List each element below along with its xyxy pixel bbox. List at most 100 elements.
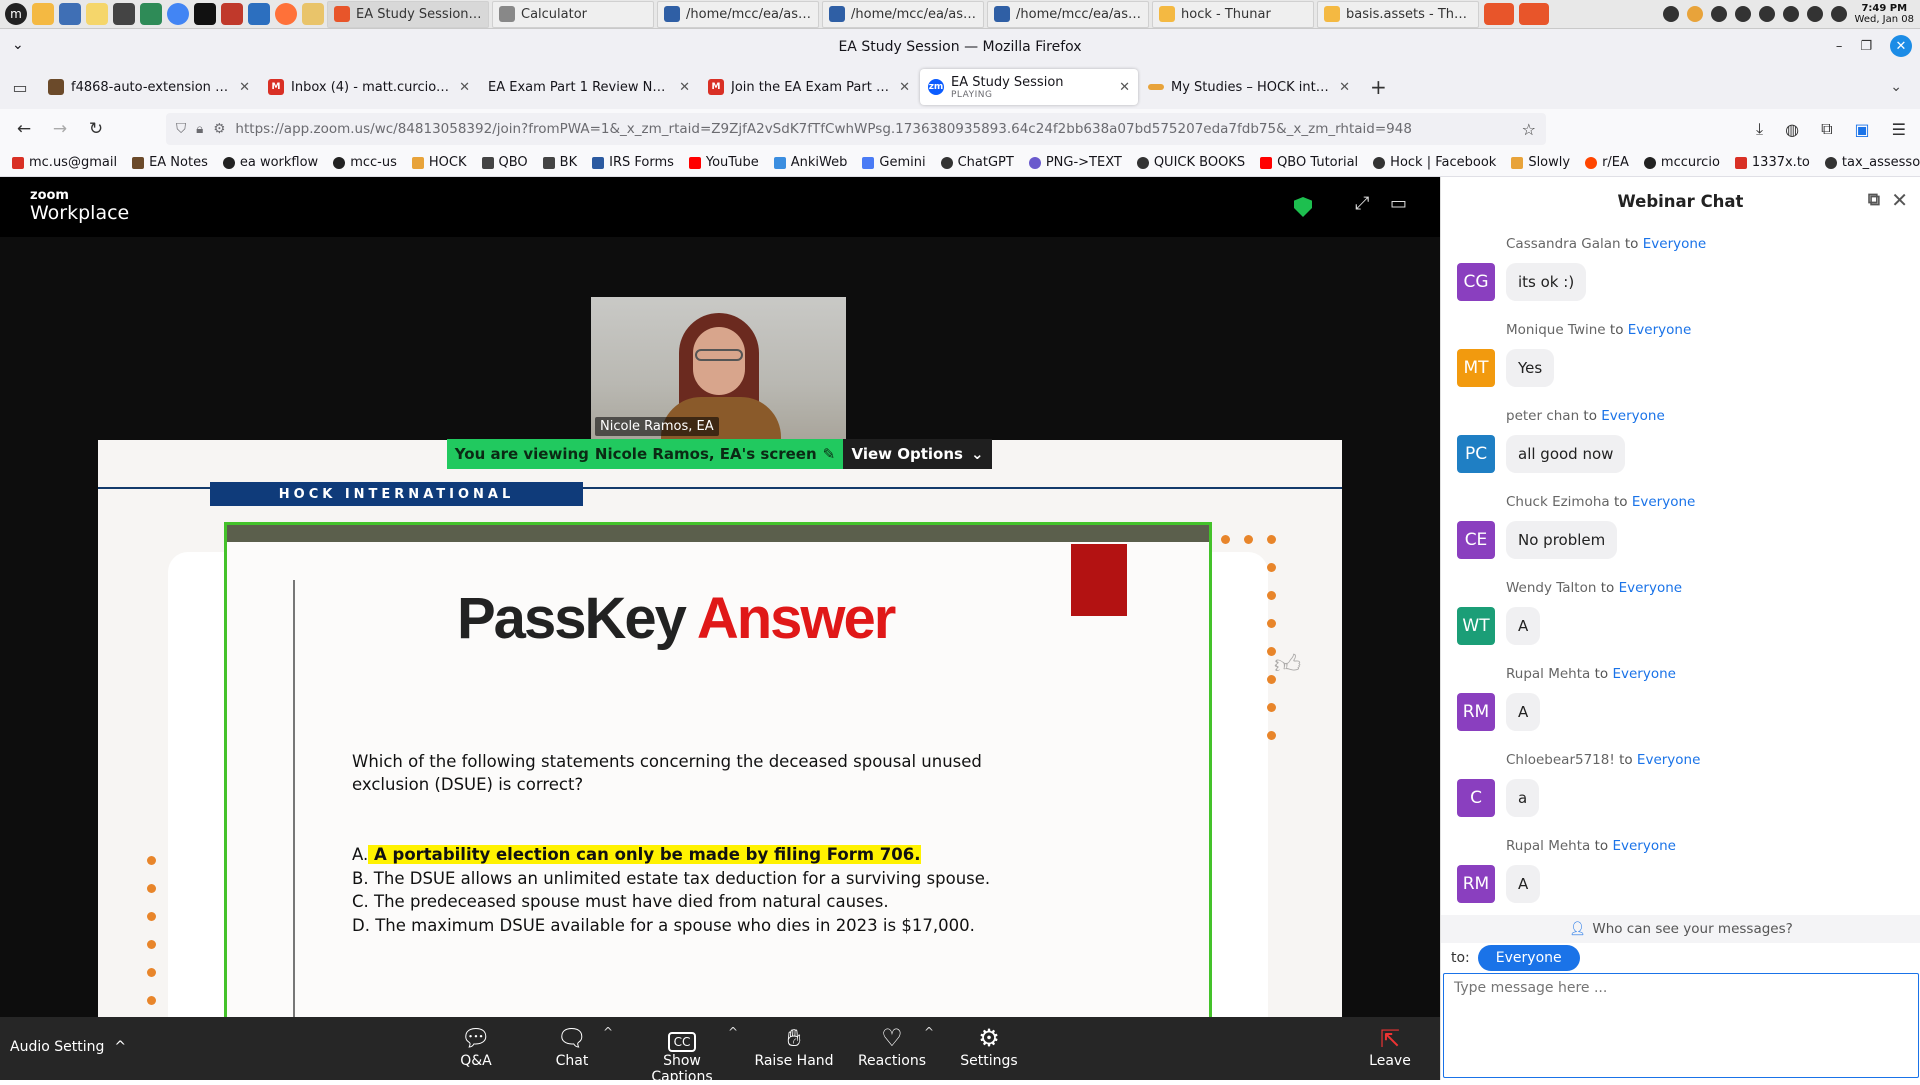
bookmark-ea-notes[interactable]: EA Notes bbox=[132, 155, 208, 170]
recipient-link[interactable]: Everyone bbox=[1637, 752, 1701, 768]
taskbar-item-thunar-hock[interactable]: hock - Thunar bbox=[1152, 0, 1314, 28]
bluetooth-icon[interactable] bbox=[1710, 6, 1727, 22]
tab-close-icon[interactable]: ✕ bbox=[899, 80, 910, 95]
tray-app-icon[interactable] bbox=[1686, 6, 1703, 22]
recipient-dropdown[interactable]: Everyone bbox=[1477, 945, 1580, 971]
extensions-puzzle-icon[interactable]: ⧉ bbox=[1821, 119, 1832, 139]
tab-my-studies[interactable]: My Studies – HOCK internat ✕ bbox=[1140, 69, 1358, 105]
recipient-link[interactable]: Everyone bbox=[1612, 838, 1676, 854]
chevron-up-icon[interactable]: ^ bbox=[728, 1025, 738, 1039]
lock-icon[interactable]: 🔒︎ bbox=[196, 121, 203, 137]
screenshot-icon[interactable] bbox=[59, 3, 81, 25]
pencil-icon[interactable] bbox=[86, 3, 108, 25]
volume-icon[interactable] bbox=[1830, 6, 1847, 22]
chrome-icon[interactable] bbox=[167, 3, 189, 25]
network-icon[interactable] bbox=[1662, 6, 1679, 22]
bookmark-youtube[interactable]: YouTube bbox=[688, 155, 759, 170]
bookmark-gmail[interactable]: mc.us@gmail bbox=[12, 155, 117, 170]
taskbar-item-editor-1[interactable]: /home/mcc/ea/ass... bbox=[657, 0, 819, 28]
tools-icon[interactable] bbox=[140, 3, 162, 25]
settings-button[interactable]: ⚙ Settings bbox=[939, 1023, 1039, 1069]
bookmark-slowly[interactable]: Slowly bbox=[1511, 155, 1570, 170]
encryption-shield-icon[interactable] bbox=[1294, 197, 1312, 217]
show-captions-button[interactable]: CC Show Captions bbox=[632, 1023, 732, 1085]
bookmark-reddit-ea[interactable]: r/EA bbox=[1585, 155, 1629, 170]
chevron-up-icon[interactable]: ^ bbox=[924, 1025, 934, 1039]
bookmark-1337x[interactable]: 1337x.to bbox=[1734, 155, 1810, 170]
who-can-see-link[interactable]: 👤︎ Who can see your messages? bbox=[1441, 915, 1920, 943]
tab-review-notes[interactable]: EA Exam Part 1 Review Notes - ✕ bbox=[480, 69, 698, 105]
tab-join-study[interactable]: M Join the EA Exam Part 1 Stu ✕ bbox=[700, 69, 918, 105]
maximize-button[interactable]: ❐ bbox=[1860, 39, 1872, 54]
tab-close-icon[interactable]: ✕ bbox=[1119, 80, 1130, 95]
wifi-icon[interactable] bbox=[1782, 6, 1799, 22]
taskbar-item-thunar-basis[interactable]: basis.assets - Thunar bbox=[1317, 0, 1479, 28]
terminal-icon[interactable] bbox=[194, 3, 216, 25]
clock[interactable]: 7:49 PM Wed, Jan 08 bbox=[1855, 3, 1914, 25]
menu-icon[interactable]: m bbox=[5, 3, 27, 25]
url-text[interactable]: https://app.zoom.us/wc/84813058392/join?… bbox=[235, 121, 1511, 137]
bookmark-bk[interactable]: BK bbox=[542, 155, 577, 170]
recipient-link[interactable]: Everyone bbox=[1628, 322, 1692, 338]
bookmark-hock[interactable]: HOCK bbox=[411, 155, 467, 170]
minimize-button[interactable]: – bbox=[1836, 39, 1843, 54]
recipient-link[interactable]: Everyone bbox=[1612, 666, 1676, 682]
zoom-tray-icon[interactable] bbox=[1484, 3, 1514, 25]
bookmark-png-text[interactable]: PNG->TEXT bbox=[1028, 155, 1122, 170]
battery-icon[interactable] bbox=[1806, 6, 1823, 22]
chevron-up-icon[interactable]: ^ bbox=[114, 1039, 126, 1055]
taskbar-item-editor-3[interactable]: /home/mcc/ea/ass... bbox=[987, 0, 1149, 28]
speaker-video-tile[interactable]: Nicole Ramos, EA bbox=[591, 297, 846, 442]
tab-close-icon[interactable]: ✕ bbox=[1339, 80, 1350, 95]
bookmark-mccurcio[interactable]: mccurcio bbox=[1643, 155, 1720, 170]
bookmark-ea-workflow[interactable]: ea workflow bbox=[222, 155, 318, 170]
fullscreen-icon[interactable]: ⤢ bbox=[1355, 193, 1369, 214]
zoom-tray-icon[interactable] bbox=[1519, 3, 1549, 25]
back-button[interactable]: ← bbox=[6, 119, 42, 139]
book-icon[interactable] bbox=[221, 3, 243, 25]
files-icon[interactable] bbox=[302, 3, 324, 25]
bookmark-quick-books[interactable]: QUICK BOOKS bbox=[1136, 155, 1245, 170]
forward-button[interactable]: → bbox=[42, 119, 78, 139]
tab-list-chevron-icon[interactable]: ⌄ bbox=[1890, 79, 1902, 95]
tracking-shield-icon[interactable]: ⛉ bbox=[176, 121, 186, 137]
view-mode-icon[interactable]: ▭ bbox=[1390, 193, 1407, 214]
popout-icon[interactable]: ⧉ bbox=[1868, 190, 1880, 210]
taskbar-item-firefox[interactable]: EA Study Session ... bbox=[327, 0, 489, 28]
tab-overview-icon[interactable]: ▭ bbox=[0, 78, 40, 97]
reload-button[interactable]: ↻ bbox=[78, 119, 114, 139]
bookmark-chatgpt[interactable]: ChatGPT bbox=[940, 155, 1014, 170]
folder-icon[interactable] bbox=[32, 3, 54, 25]
chevron-up-icon[interactable]: ^ bbox=[603, 1025, 613, 1039]
taskbar-item-editor-2[interactable]: /home/mcc/ea/ass... bbox=[822, 0, 984, 28]
bookmark-hock-facebook[interactable]: Hock | Facebook bbox=[1373, 155, 1496, 170]
url-bar[interactable]: ⛉ 🔒︎ ⚙ https://app.zoom.us/wc/8481305839… bbox=[166, 113, 1546, 145]
download-icon[interactable]: ⤓ bbox=[1756, 119, 1763, 139]
bookmark-ankiweb[interactable]: AnkiWeb bbox=[773, 155, 847, 170]
audio-setting-button[interactable]: Audio Setting ^ bbox=[10, 1039, 126, 1055]
leave-button[interactable]: ⇱ Leave bbox=[1360, 1025, 1420, 1069]
close-icon[interactable]: ✕ bbox=[1891, 188, 1908, 212]
tab-close-icon[interactable]: ✕ bbox=[459, 80, 470, 95]
raise-hand-button[interactable]: ✋︎ Raise Hand bbox=[744, 1023, 844, 1069]
apps-icon[interactable] bbox=[113, 3, 135, 25]
bell-icon[interactable] bbox=[1734, 6, 1751, 22]
tab-close-icon[interactable]: ✕ bbox=[679, 80, 690, 95]
bookmark-qbo-tutorial[interactable]: QBO Tutorial bbox=[1260, 155, 1358, 170]
extension-badge-icon[interactable]: ▣ bbox=[1855, 120, 1870, 139]
permissions-icon[interactable]: ⚙ bbox=[213, 121, 225, 137]
recipient-link[interactable]: Everyone bbox=[1643, 236, 1707, 252]
new-tab-button[interactable]: + bbox=[1370, 75, 1387, 99]
chevron-down-icon[interactable]: ⌄ bbox=[12, 37, 24, 53]
tab-f4868[interactable]: f4868-auto-extension · EA Pr ✕ bbox=[40, 69, 258, 105]
bookmark-tax-assessor[interactable]: tax_assessor bbox=[1824, 155, 1920, 170]
bookmark-qbo[interactable]: QBO bbox=[481, 155, 528, 170]
tab-close-icon[interactable]: ✕ bbox=[239, 80, 250, 95]
recipient-link[interactable]: Everyone bbox=[1601, 408, 1665, 424]
firefox-icon[interactable] bbox=[275, 3, 297, 25]
chat-message-input[interactable] bbox=[1443, 973, 1919, 1078]
close-window-button[interactable]: ✕ bbox=[1890, 35, 1912, 57]
hamburger-menu-icon[interactable]: ☰ bbox=[1892, 120, 1906, 139]
bookmark-gemini[interactable]: Gemini bbox=[862, 155, 926, 170]
bookmark-irs-forms[interactable]: IRS Forms bbox=[592, 155, 674, 170]
